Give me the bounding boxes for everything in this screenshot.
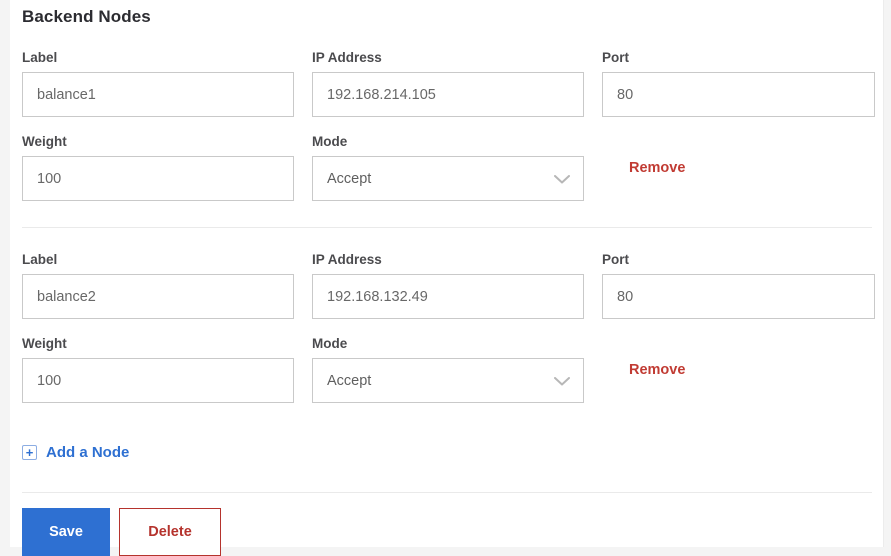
chevron-down-icon — [554, 377, 570, 386]
page-title: Backend Nodes — [22, 0, 872, 27]
label-input[interactable] — [22, 274, 294, 319]
node-divider — [22, 227, 872, 228]
chevron-down-icon — [554, 175, 570, 184]
label-field-label: Label — [22, 50, 294, 65]
ip-address-input[interactable] — [312, 274, 584, 319]
save-button[interactable]: Save — [22, 508, 110, 556]
port-field-label: Port — [602, 50, 875, 65]
mode-select-value: Accept — [327, 373, 371, 389]
ip-address-input[interactable] — [312, 72, 584, 117]
weight-field-group: Weight — [22, 336, 294, 403]
weight-field-label: Weight — [22, 134, 294, 149]
form-actions: Save Delete — [22, 508, 872, 556]
page: Backend Nodes Label IP Address Port — [0, 0, 891, 547]
remove-node-link[interactable]: Remove — [629, 160, 685, 176]
mode-select[interactable]: Accept — [312, 358, 584, 403]
ip-field-group: IP Address — [312, 252, 584, 319]
port-input[interactable] — [602, 72, 875, 117]
label-field-label: Label — [22, 252, 294, 267]
add-node-button[interactable]: + Add a Node — [22, 444, 129, 461]
port-field-group: Port — [602, 252, 875, 319]
label-field-group: Label — [22, 50, 294, 117]
label-field-group: Label — [22, 252, 294, 319]
footer-divider — [22, 492, 872, 493]
ip-field-label: IP Address — [312, 252, 584, 267]
weight-input[interactable] — [22, 156, 294, 201]
add-node-label: Add a Node — [46, 444, 129, 461]
port-field-group: Port — [602, 50, 875, 117]
weight-input[interactable] — [22, 358, 294, 403]
remove-cell: Remove — [602, 336, 875, 403]
remove-node-link[interactable]: Remove — [629, 362, 685, 378]
ip-field-label: IP Address — [312, 50, 584, 65]
label-input[interactable] — [22, 72, 294, 117]
mode-field-label: Mode — [312, 336, 584, 351]
weight-field-group: Weight — [22, 134, 294, 201]
node-entry-1: Label IP Address Port Weight M — [22, 50, 872, 201]
node-entry-2: Label IP Address Port Weight M — [22, 252, 872, 403]
backend-nodes-panel: Backend Nodes Label IP Address Port — [10, 0, 884, 547]
mode-select[interactable]: Accept — [312, 156, 584, 201]
mode-field-group: Mode Accept — [312, 336, 584, 403]
mode-field-label: Mode — [312, 134, 584, 149]
plus-icon: + — [22, 445, 37, 460]
port-input[interactable] — [602, 274, 875, 319]
delete-button[interactable]: Delete — [119, 508, 221, 556]
remove-cell: Remove — [602, 134, 875, 201]
weight-field-label: Weight — [22, 336, 294, 351]
port-field-label: Port — [602, 252, 875, 267]
ip-field-group: IP Address — [312, 50, 584, 117]
mode-field-group: Mode Accept — [312, 134, 584, 201]
mode-select-value: Accept — [327, 171, 371, 187]
